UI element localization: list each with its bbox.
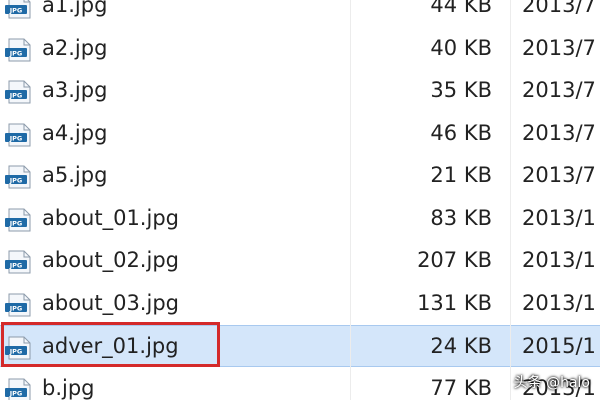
file-name: about_01.jpg (42, 205, 179, 230)
file-name: about_03.jpg (42, 290, 179, 315)
file-date: 2013/7 (522, 163, 596, 187)
file-name: b.jpg (42, 375, 95, 400)
file-name: a3.jpg (42, 78, 108, 102)
jpg-file-icon: JPG (4, 292, 34, 318)
file-name: a1.jpg (42, 0, 108, 17)
file-date: 2015/1 (522, 334, 596, 358)
file-size: 46 KB (430, 120, 492, 145)
file-date: 2013/1 (522, 290, 596, 315)
svg-text:JPG: JPG (9, 7, 23, 15)
jpg-file-icon: JPG (4, 0, 34, 20)
jpg-file-icon: JPG (4, 207, 34, 233)
svg-text:JPG: JPG (9, 262, 23, 270)
svg-text:JPG: JPG (9, 177, 23, 185)
file-date: 2013/7 (522, 120, 596, 145)
file-size: 21 KB (430, 163, 492, 187)
jpg-file-icon: JPG (4, 37, 34, 63)
svg-text:JPG: JPG (9, 389, 23, 397)
svg-text:JPG: JPG (9, 219, 23, 227)
file-size: 44 KB (430, 0, 492, 17)
svg-text:JPG: JPG (9, 92, 23, 100)
svg-text:JPG: JPG (9, 49, 23, 57)
file-date: 2013/1 (522, 205, 596, 230)
jpg-file-icon: JPG (4, 249, 34, 275)
selection-highlight-box (1, 322, 220, 367)
svg-text:JPG: JPG (9, 304, 23, 312)
file-size: 83 KB (430, 205, 492, 230)
file-name: a5.jpg (42, 163, 108, 187)
file-date: 2013/7 (522, 35, 596, 60)
column-divider-size-date[interactable] (510, 0, 511, 400)
file-size: 207 KB (417, 248, 492, 272)
file-size: 35 KB (430, 78, 492, 102)
file-name: about_02.jpg (42, 248, 179, 272)
jpg-file-icon: JPG (4, 164, 34, 190)
watermark: 头条 @halo (513, 375, 590, 391)
file-name: a2.jpg (42, 35, 108, 60)
file-list: JPG a1.jpg 44 KB 2013/7 JPG a2.jpg 40 KB 2013/7… (0, 0, 600, 400)
file-size: 77 KB (430, 375, 492, 400)
file-size: 131 KB (417, 290, 492, 315)
jpg-file-icon: JPG (4, 377, 34, 400)
jpg-file-icon: JPG (4, 122, 34, 148)
column-divider-name-size[interactable] (350, 0, 351, 400)
file-size: 40 KB (430, 35, 492, 60)
file-size: 24 KB (430, 334, 492, 358)
file-date: 2013/7 (522, 78, 596, 102)
file-date: 2013/1 (522, 248, 596, 272)
svg-text:JPG: JPG (9, 134, 23, 142)
file-name: a4.jpg (42, 120, 108, 145)
jpg-file-icon: JPG (4, 79, 34, 105)
file-date: 2013/7 (522, 0, 596, 17)
